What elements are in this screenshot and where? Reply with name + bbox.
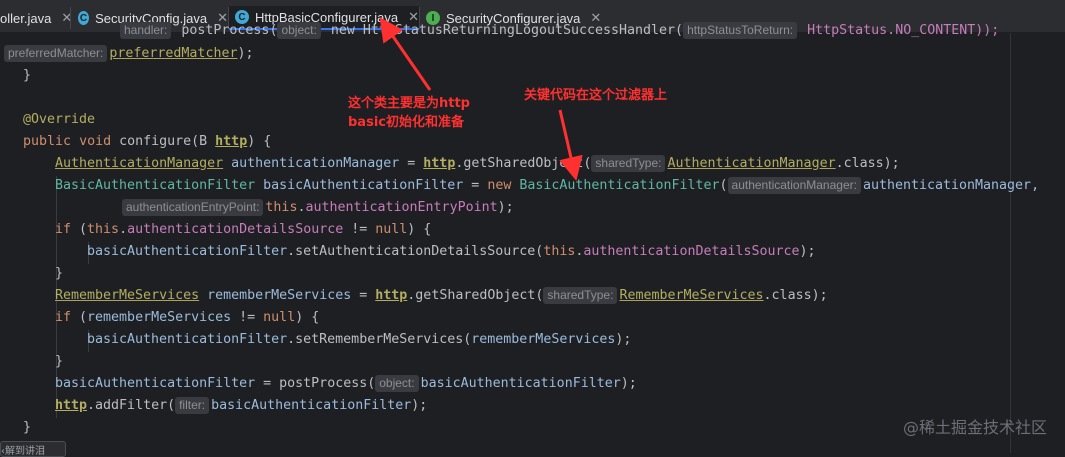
arrow-to-tab [379,17,432,91]
watermark: @稀土掘金技术社区 [902,418,1047,437]
arrow-to-filter [558,109,583,181]
tooltip-fragment: ‹解到讲泪 [0,441,66,457]
annotation-arrows [379,17,583,181]
